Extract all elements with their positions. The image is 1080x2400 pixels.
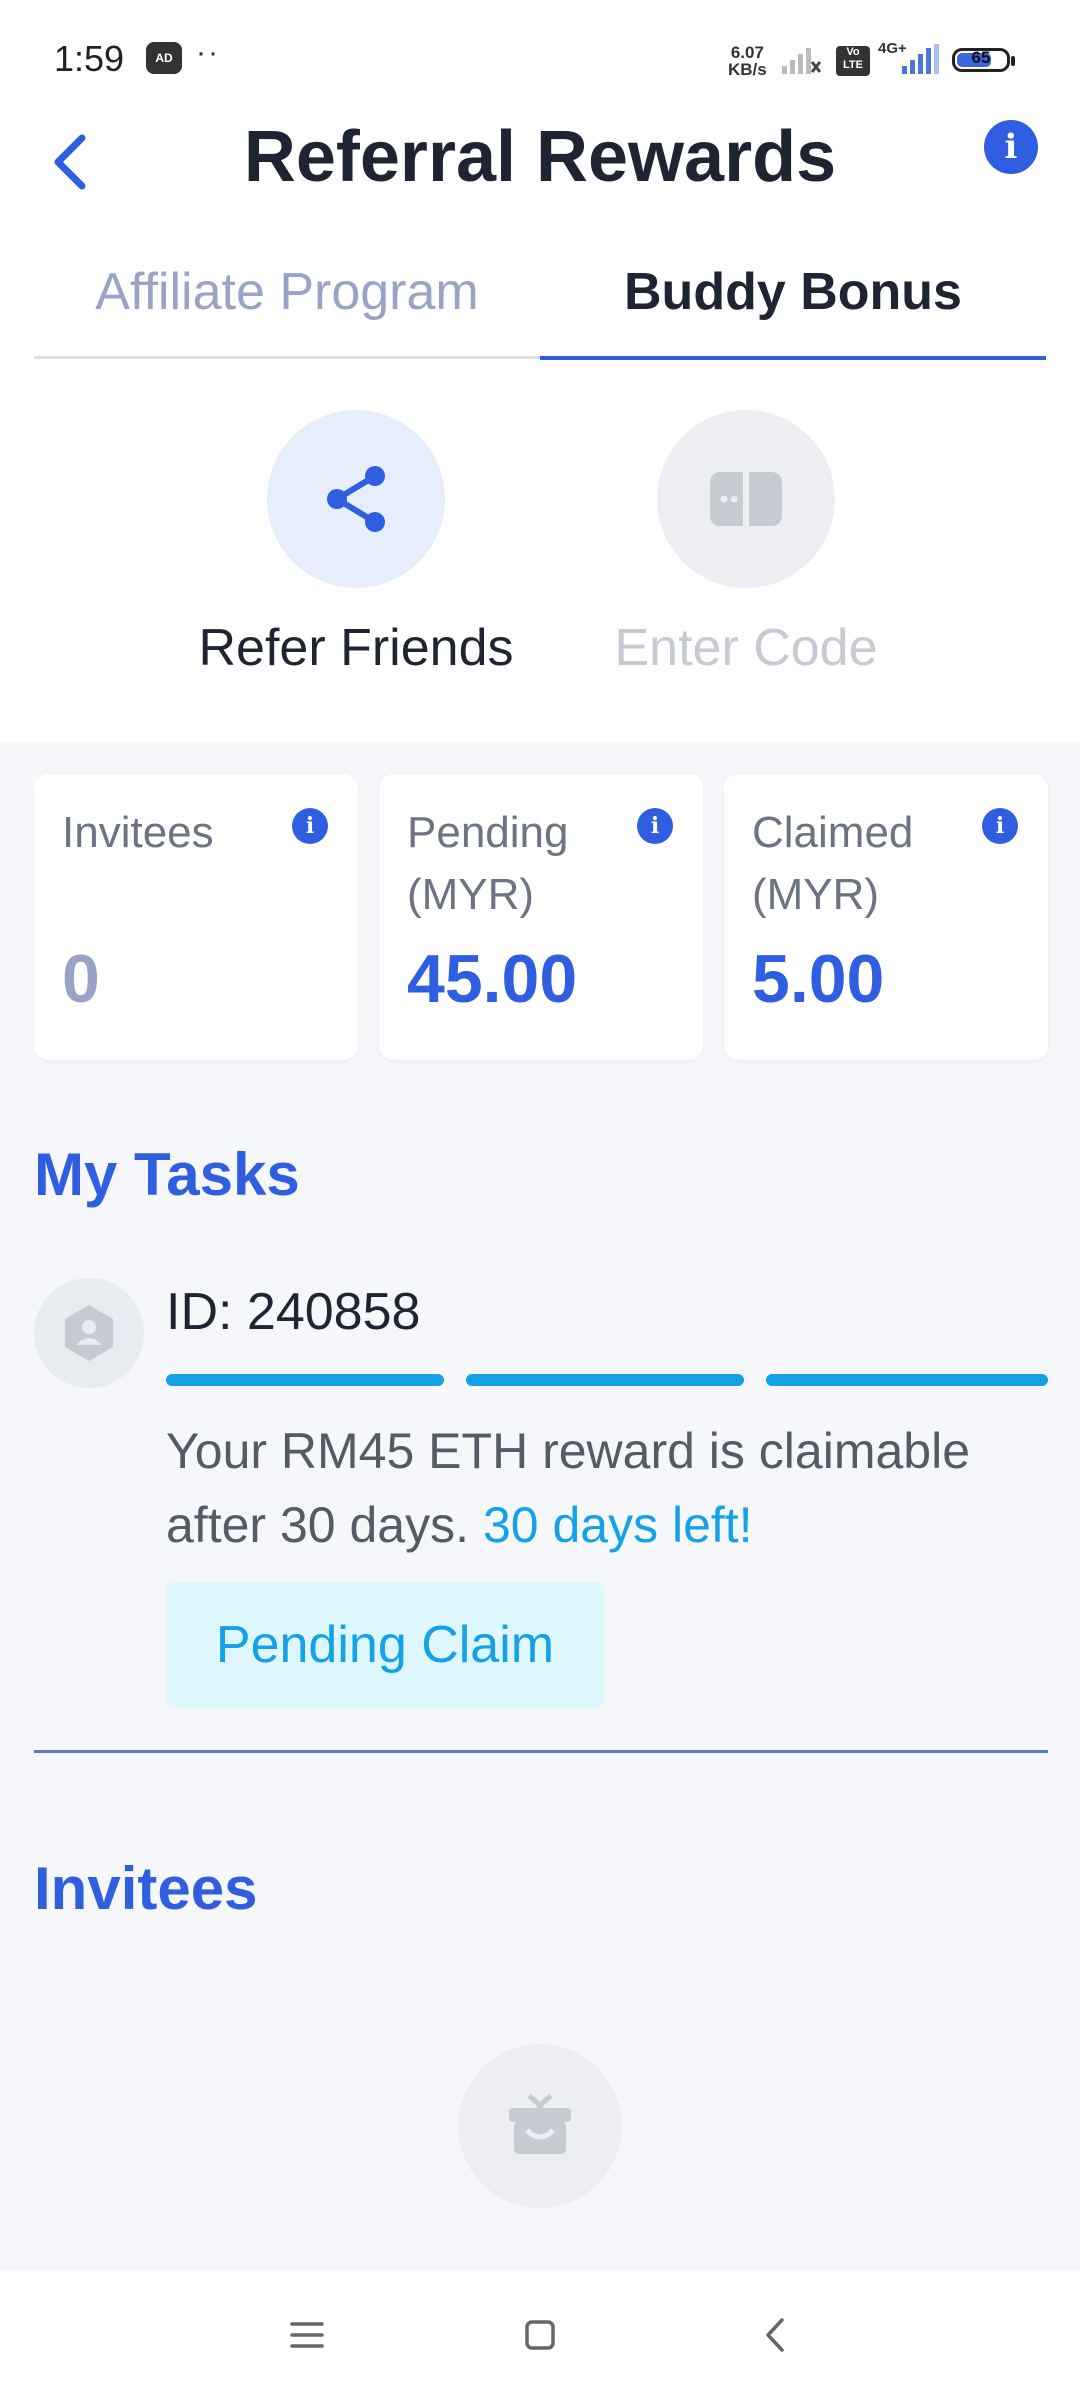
back-icon[interactable]: [752, 2310, 802, 2360]
volte-icon: Vo LTE: [836, 46, 870, 76]
tab-bar: Affiliate Program Buddy Bonus: [0, 250, 1080, 361]
card-title: Claimed (MYR): [752, 808, 914, 919]
invitees-card: Invitees i 0: [34, 774, 358, 1060]
card-title: Pending (MYR): [407, 808, 569, 919]
gift-icon: [458, 2044, 622, 2208]
task-description: Your RM45 ETH reward is claimable after …: [166, 1414, 1046, 1562]
progress-step-2: [466, 1374, 744, 1386]
signal-icon: [902, 44, 939, 74]
stats-cards: Invitees i 0 Pending (MYR) i 45.00 Claim…: [34, 774, 1048, 1062]
menu-icon[interactable]: [282, 2310, 332, 2360]
section-divider: [34, 1750, 1048, 1753]
status-bar: 1:59 AD ·· 6.07 KB/s Vo LTE 4G+ 65: [0, 0, 1080, 110]
progress-step-3: [766, 1374, 1048, 1386]
info-icon[interactable]: i: [637, 808, 673, 844]
pending-claim-button[interactable]: Pending Claim: [166, 1582, 604, 1708]
app-header: Referral Rewards i: [0, 110, 1080, 250]
info-icon[interactable]: i: [292, 808, 328, 844]
my-tasks-heading: My Tasks: [34, 1141, 300, 1208]
page-title: Referral Rewards: [243, 117, 837, 197]
card-value: 5.00: [752, 941, 885, 1017]
referral-actions: Refer Friends Enter Code: [0, 360, 1080, 742]
info-button[interactable]: i: [984, 120, 1038, 174]
refer-friends-label: Refer Friends: [198, 619, 514, 677]
status-time: 1:59: [54, 38, 125, 79]
refer-friends-button[interactable]: Refer Friends: [196, 410, 516, 678]
card-value: 0: [62, 941, 100, 1017]
home-icon[interactable]: [515, 2310, 565, 2360]
system-nav-bar: [0, 2270, 1080, 2400]
tab-buddy-bonus[interactable]: Buddy Bonus: [540, 256, 1046, 361]
ad-blocker-icon: AD: [146, 42, 182, 74]
card-value: 45.00: [407, 941, 578, 1017]
tab-affiliate-program[interactable]: Affiliate Program: [34, 256, 540, 359]
days-left-text: 30 days left!: [482, 1497, 753, 1553]
user-shield-icon: [34, 1278, 144, 1388]
enter-code-button[interactable]: Enter Code: [586, 410, 906, 678]
info-icon[interactable]: i: [982, 808, 1018, 844]
card-title: Invitees: [62, 808, 214, 857]
task-id: ID: 240858: [166, 1283, 421, 1341]
battery-icon: 65: [952, 48, 1015, 72]
network-speed: 6.07 KB/s: [728, 43, 767, 79]
progress-step-1: [166, 1374, 444, 1386]
code-card-icon: [657, 410, 835, 588]
enter-code-label: Enter Code: [614, 619, 878, 677]
share-icon: [267, 410, 445, 588]
notification-dots: ··: [196, 36, 220, 69]
claimed-card: Claimed (MYR) i 5.00: [724, 774, 1048, 1060]
signal-off-icon: [782, 48, 822, 74]
pending-card: Pending (MYR) i 45.00: [379, 774, 703, 1060]
chevron-left-icon[interactable]: [46, 126, 96, 196]
invitees-heading: Invitees: [34, 1855, 258, 1922]
